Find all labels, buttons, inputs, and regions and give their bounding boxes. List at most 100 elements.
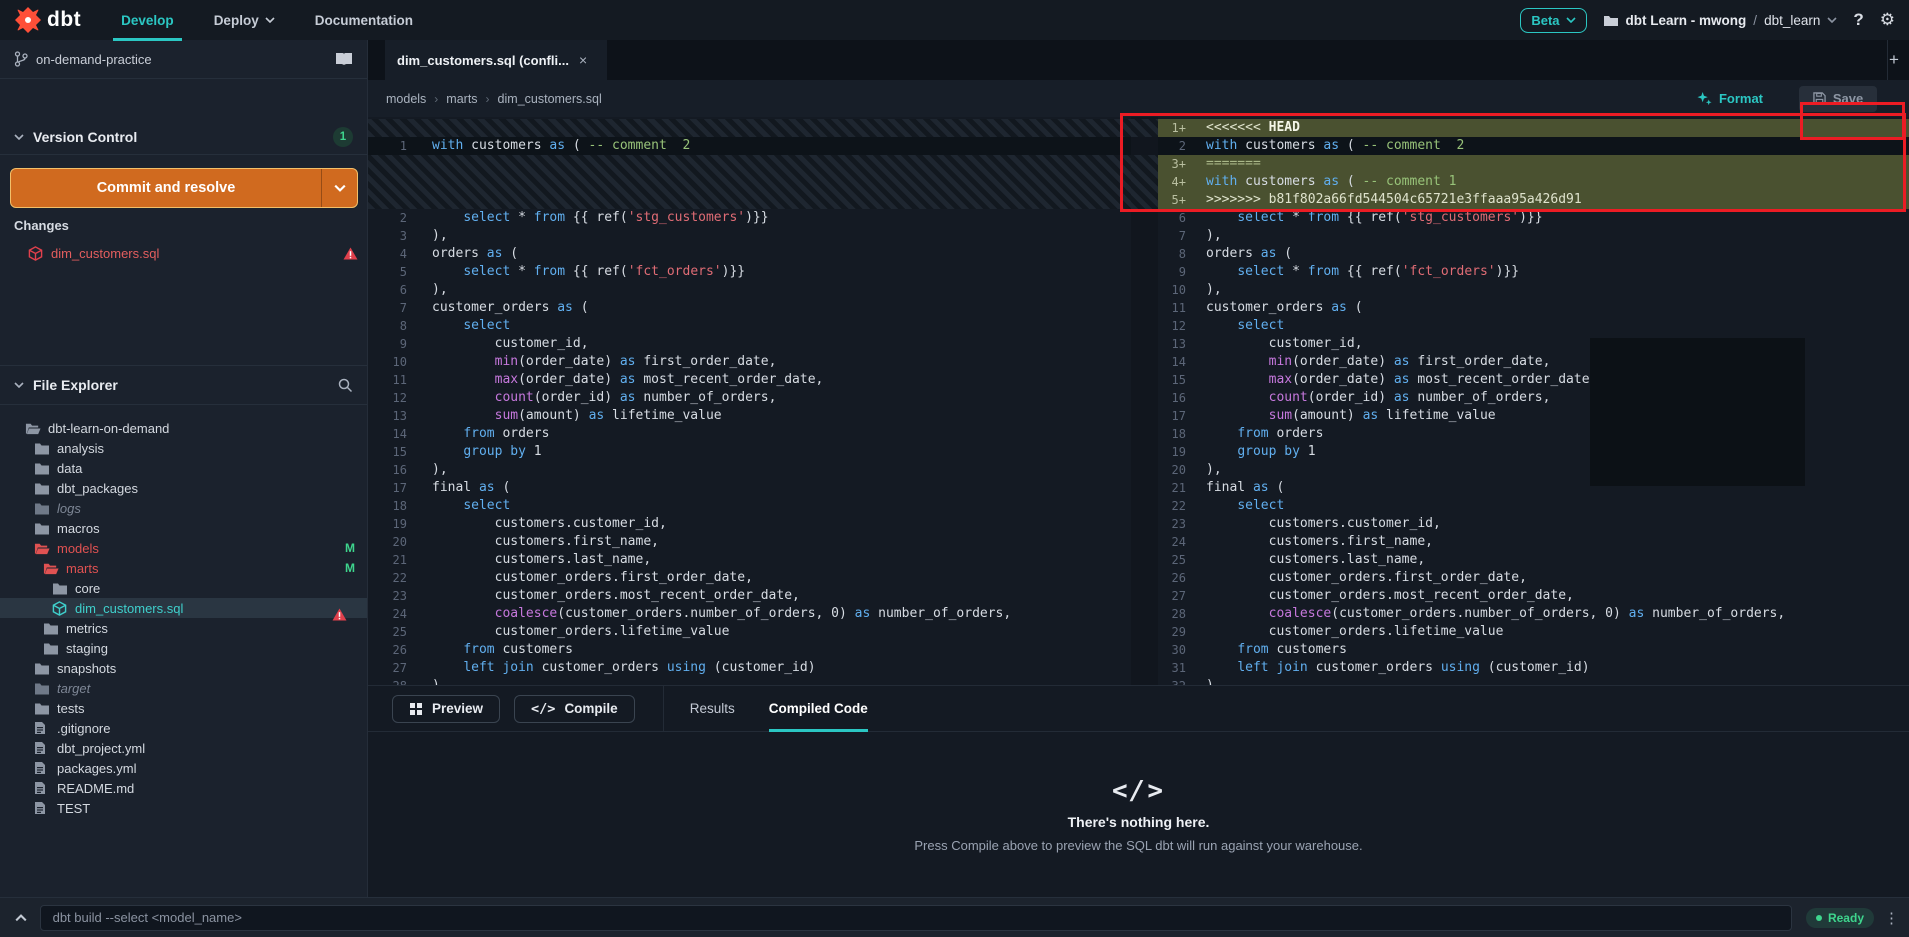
folder-icon (52, 581, 68, 595)
conflict-warning-icon (343, 247, 358, 260)
code-line: 24 coalesce(customer_orders.number_of_or… (368, 605, 1131, 623)
divider (663, 686, 664, 732)
breadcrumb: models › marts › dim_customers.sql (386, 92, 602, 106)
version-control-title: Version Control (33, 129, 137, 145)
code-icon: </> (1112, 776, 1165, 806)
code-line: 21 customers.last_name, (368, 551, 1131, 569)
tab-compiled-code[interactable]: Compiled Code (769, 686, 868, 732)
project-name: dbt Learn - mwong (1626, 13, 1747, 28)
gear-icon[interactable]: ⚙ (1880, 10, 1895, 30)
code-line: 20 customers.first_name, (368, 533, 1131, 551)
dbt-logo[interactable]: dbt (14, 6, 81, 34)
tree-item-dbt-learn-on-demand[interactable]: dbt-learn-on-demand (0, 418, 367, 438)
code-line: 28) (368, 677, 1131, 685)
tab-dim-customers[interactable]: dim_customers.sql (confli... × (385, 40, 607, 80)
dbt-cloud-ide: dbt Develop Deploy Documentation Beta db… (0, 0, 1909, 937)
kebab-menu-icon[interactable]: ⋮ (1884, 909, 1899, 927)
editor-pane-working[interactable]: 1with customers as ( -- comment 22 selec… (368, 117, 1131, 685)
tab-results[interactable]: Results (690, 686, 735, 732)
tree-item-dbt-packages[interactable]: dbt_packages (0, 478, 367, 498)
code-line: 29 customer_orders.lifetime_value (1158, 623, 1909, 641)
folder-icon (34, 441, 50, 455)
changes-label: Changes (14, 218, 69, 233)
tree-item-data[interactable]: data (0, 458, 367, 478)
file-icon (34, 781, 50, 795)
version-control-header[interactable]: Version Control 1 (0, 119, 367, 155)
breadcrumb-file[interactable]: dim_customers.sql (498, 92, 602, 106)
tree-item-metrics[interactable]: metrics (0, 618, 367, 638)
code-line: 30 from customers (1158, 641, 1909, 659)
tree-item--gitignore[interactable]: .gitignore (0, 718, 367, 738)
docs-book-icon[interactable] (335, 52, 353, 66)
code-line: 5 select * from {{ ref('fct_orders')}} (368, 263, 1131, 281)
file-icon (34, 721, 50, 735)
dbt-command-input[interactable] (40, 905, 1792, 931)
tab-close-icon[interactable]: × (579, 52, 587, 68)
commit-and-resolve-button[interactable]: Commit and resolve (10, 168, 358, 208)
code-line: 27 customer_orders.most_recent_order_dat… (1158, 587, 1909, 605)
tree-item-core[interactable]: core (0, 578, 367, 598)
code-line: 18 select (368, 497, 1131, 515)
tree-item-snapshots[interactable]: snapshots (0, 658, 367, 678)
tree-item-label: data (57, 461, 82, 476)
tree-item-models[interactable]: modelsM (0, 538, 367, 558)
tree-item-label: packages.yml (57, 761, 136, 776)
code-line: 13 sum(amount) as lifetime_value (368, 407, 1131, 425)
folder-icon (34, 701, 50, 715)
code-line: 9 select * from {{ ref('fct_orders')}} (1158, 263, 1909, 281)
code-line: 22 customer_orders.first_order_date, (368, 569, 1131, 587)
breadcrumb-marts[interactable]: marts (446, 92, 477, 106)
collapsed-diff-region (368, 155, 1131, 209)
top-nav: dbt Develop Deploy Documentation Beta db… (0, 0, 1909, 40)
tree-item-tests[interactable]: tests (0, 698, 367, 718)
tree-item-macros[interactable]: macros (0, 518, 367, 538)
save-label: Save (1833, 91, 1863, 106)
commit-dropdown-toggle[interactable] (321, 169, 357, 207)
tree-item-dim-customers-sql[interactable]: dim_customers.sql (0, 598, 367, 618)
expand-command-bar-icon[interactable] (10, 907, 32, 929)
tree-item-analysis[interactable]: analysis (0, 438, 367, 458)
changed-file-row[interactable]: dim_customers.sql (28, 242, 358, 264)
save-button[interactable]: Save (1799, 86, 1877, 112)
nav-documentation[interactable]: Documentation (315, 13, 413, 28)
format-button[interactable]: Format (1697, 91, 1763, 106)
tree-item-staging[interactable]: staging (0, 638, 367, 658)
tree-item-readme-md[interactable]: README.md (0, 778, 367, 798)
file-explorer-header[interactable]: File Explorer (0, 365, 367, 405)
tree-item-marts[interactable]: martsM (0, 558, 367, 578)
collapsed-diff-region (368, 119, 1131, 137)
tree-item-test[interactable]: TEST (0, 798, 367, 818)
compile-button[interactable]: </> Compile (514, 695, 635, 723)
redaction-overlay (1590, 338, 1805, 486)
code-line: 10), (1158, 281, 1909, 299)
code-line: 17final as ( (368, 479, 1131, 497)
search-icon[interactable] (337, 377, 353, 393)
tree-item-label: TEST (57, 801, 90, 816)
code-line: 5+>>>>>>> b81f802a66fd544504c65721e3ffaa… (1158, 191, 1909, 209)
ready-dot-icon (1816, 915, 1822, 921)
ready-label: Ready (1828, 911, 1864, 925)
branch-name: on-demand-practice (36, 52, 152, 67)
nav-develop[interactable]: Develop (121, 13, 174, 28)
tab-title: dim_customers.sql (confli... (397, 53, 569, 68)
tree-item-target[interactable]: target (0, 678, 367, 698)
folder-icon (34, 521, 50, 535)
folder-icon (1603, 14, 1619, 27)
tree-item-label: models (57, 541, 99, 556)
project-selector[interactable]: dbt Learn - mwong / dbt_learn (1603, 13, 1838, 28)
tree-item-dbt-project-yml[interactable]: dbt_project.yml (0, 738, 367, 758)
code-line: 7customer_orders as ( (368, 299, 1131, 317)
dbt-logo-text: dbt (47, 8, 81, 32)
beta-toggle[interactable]: Beta (1520, 8, 1586, 33)
tree-item-label: target (57, 681, 90, 696)
help-icon[interactable]: ? (1853, 10, 1863, 30)
tree-item-packages-yml[interactable]: packages.yml (0, 758, 367, 778)
preview-button[interactable]: Preview (392, 695, 500, 723)
code-line: 26 customer_orders.first_order_date, (1158, 569, 1909, 587)
file-tree: dbt-learn-on-demandanalysis data dbt_packa… (0, 418, 367, 818)
breadcrumb-models[interactable]: models (386, 92, 426, 106)
branch-row[interactable]: on-demand-practice (0, 40, 367, 79)
code-line: 6 select * from {{ ref('stg_customers')}… (1158, 209, 1909, 227)
tree-item-logs[interactable]: logs (0, 498, 367, 518)
nav-deploy[interactable]: Deploy (214, 13, 275, 28)
